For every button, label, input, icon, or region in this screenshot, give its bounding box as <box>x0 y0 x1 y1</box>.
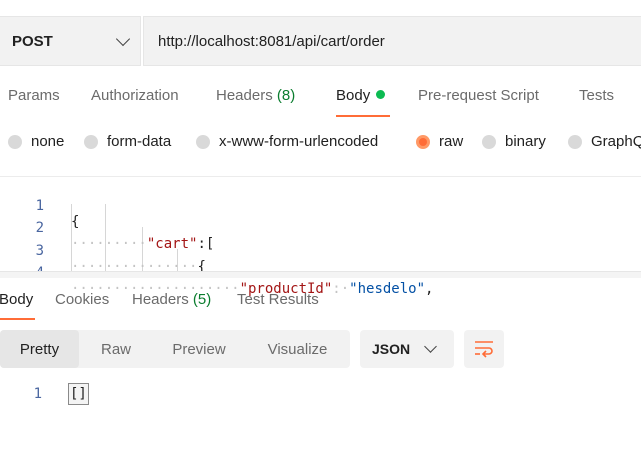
body-type-radios: none form-data x-www-form-urlencoded raw… <box>0 120 641 164</box>
format-label: JSON <box>372 341 411 357</box>
tab-headers[interactable]: Headers (8) <box>216 87 295 104</box>
radio-urlencoded-label: x-www-form-urlencoded <box>219 133 379 150</box>
radio-graphql[interactable]: GraphQ <box>568 133 641 150</box>
radio-circle-icon <box>196 134 210 149</box>
tab-authorization[interactable]: Authorization <box>91 87 179 104</box>
view-preview-button[interactable]: Preview <box>153 330 245 368</box>
radio-none-label: none <box>31 133 65 150</box>
active-tab-indicator <box>336 115 390 117</box>
chevron-down-icon <box>424 340 437 353</box>
radio-circle-icon <box>568 134 582 149</box>
tab-body[interactable]: Body <box>336 87 386 104</box>
chevron-down-icon <box>115 31 131 46</box>
wrap-lines-button[interactable] <box>464 330 504 368</box>
top-spacer <box>0 0 641 16</box>
radio-raw-label: raw <box>439 133 464 150</box>
radio-binary-label: binary <box>505 133 546 150</box>
wrap-lines-icon <box>475 341 493 358</box>
radio-selected-icon <box>416 134 430 149</box>
response-view-toolbar: Pretty Raw Preview Visualize JSON <box>0 330 641 370</box>
line-number: 1 <box>33 386 42 402</box>
view-mode-segmented: Pretty Raw Preview Visualize <box>0 330 350 368</box>
radio-circle-icon <box>8 134 22 149</box>
radio-circle-icon <box>84 134 98 149</box>
view-visualize-button[interactable]: Visualize <box>245 330 350 368</box>
request-body-editor[interactable]: 1 { 2 ·········"cart":[ 3 ··············… <box>0 176 641 297</box>
response-tab-headers-label: Headers <box>132 291 189 308</box>
headers-count-badge: (8) <box>276 87 296 104</box>
method-select[interactable]: POST <box>0 16 141 66</box>
code-line: 2 ·········"cart":[ <box>0 204 641 252</box>
request-bar: POST http://localhost:8081/api/cart/orde… <box>0 16 641 66</box>
view-pretty-button[interactable]: Pretty <box>0 330 79 368</box>
tab-body-label: Body <box>336 87 371 104</box>
response-tab-test-results[interactable]: Test Results <box>237 291 319 308</box>
status-dot-icon <box>376 90 386 99</box>
response-content: [] <box>68 383 89 405</box>
radio-raw[interactable]: raw <box>416 133 463 150</box>
radio-circle-icon <box>482 134 496 149</box>
radio-form-data[interactable]: form-data <box>84 133 171 150</box>
response-tab-headers[interactable]: Headers (5) <box>132 291 211 308</box>
code-line: 4 ····················"productId":·"hesd… <box>0 249 641 297</box>
tab-tests[interactable]: Tests <box>579 87 614 104</box>
request-tabs: Params Authorization Headers (8) Body Pr… <box>0 70 641 120</box>
radio-none[interactable]: none <box>8 133 64 150</box>
response-tab-body[interactable]: Body <box>0 291 33 308</box>
tab-pre-request-script[interactable]: Pre-request Script <box>418 87 539 104</box>
radio-urlencoded[interactable]: x-www-form-urlencoded <box>196 133 378 150</box>
tab-params[interactable]: Params <box>8 87 60 104</box>
code-line: 3 ···············{ <box>0 227 641 275</box>
response-headers-count: (5) <box>192 291 212 308</box>
tab-headers-label: Headers <box>216 87 273 104</box>
response-tab-cookies[interactable]: Cookies <box>55 291 109 308</box>
view-raw-button[interactable]: Raw <box>79 330 153 368</box>
url-input[interactable]: http://localhost:8081/api/cart/order <box>143 16 641 66</box>
radio-form-data-label: form-data <box>107 133 172 150</box>
radio-graphql-label: GraphQ <box>591 133 641 150</box>
code-line: 1 { <box>0 182 641 230</box>
method-label: POST <box>12 32 53 50</box>
format-select[interactable]: JSON <box>360 330 454 368</box>
active-tab-indicator <box>0 318 35 320</box>
radio-binary[interactable]: binary <box>482 133 546 150</box>
response-tabs: Body Cookies Headers (5) Test Results <box>0 278 641 322</box>
response-body: 1 [] <box>0 382 641 408</box>
